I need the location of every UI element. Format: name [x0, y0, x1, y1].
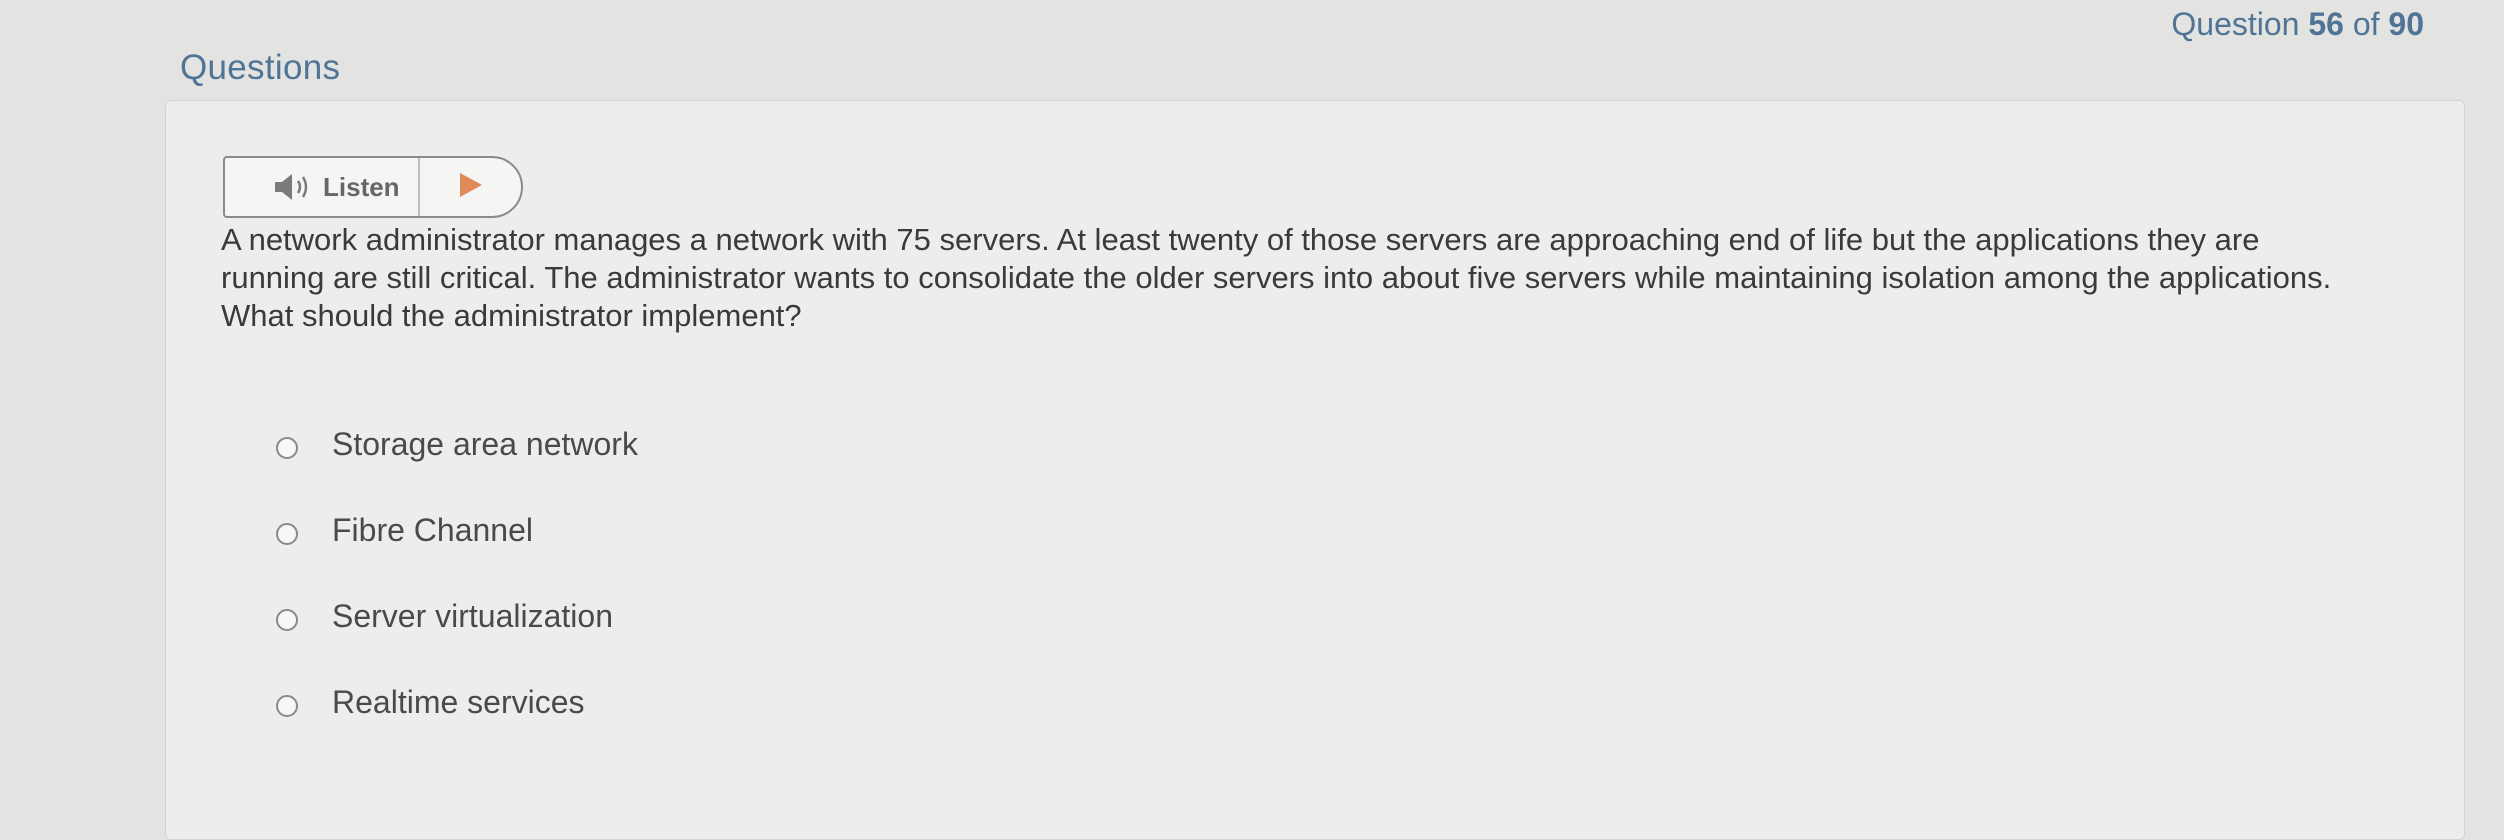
- option-label: Fibre Channel: [332, 511, 533, 548]
- play-icon: [458, 171, 484, 204]
- listen-label: Listen: [323, 171, 400, 202]
- answer-options: Storage area network Fibre Channel Serve…: [276, 401, 638, 745]
- speaker-icon: [273, 171, 315, 203]
- radio-button[interactable]: [276, 523, 298, 545]
- current-question-number: 56: [2308, 6, 2344, 42]
- play-button[interactable]: [420, 158, 521, 216]
- option-label: Storage area network: [332, 425, 638, 462]
- answer-option[interactable]: Server virtualization: [276, 573, 638, 659]
- section-title: Questions: [180, 48, 341, 87]
- option-label: Realtime services: [332, 683, 585, 720]
- total-questions: 90: [2388, 6, 2424, 42]
- answer-option[interactable]: Storage area network: [276, 401, 638, 487]
- answer-option[interactable]: Realtime services: [276, 659, 638, 745]
- radio-button[interactable]: [276, 695, 298, 717]
- option-label: Server virtualization: [332, 597, 613, 634]
- question-text: A network administrator manages a networ…: [221, 222, 2332, 333]
- counter-prefix: Question: [2171, 6, 2300, 42]
- answer-option[interactable]: Fibre Channel: [276, 487, 638, 573]
- listen-widget: Listen: [223, 156, 523, 218]
- radio-button[interactable]: [276, 437, 298, 459]
- radio-button[interactable]: [276, 609, 298, 631]
- counter-of: of: [2352, 6, 2380, 42]
- question-counter: Question 56 of 90: [2171, 6, 2424, 43]
- question-card: Listen A network administrator manages a…: [165, 100, 2465, 840]
- listen-button[interactable]: Listen: [225, 158, 420, 216]
